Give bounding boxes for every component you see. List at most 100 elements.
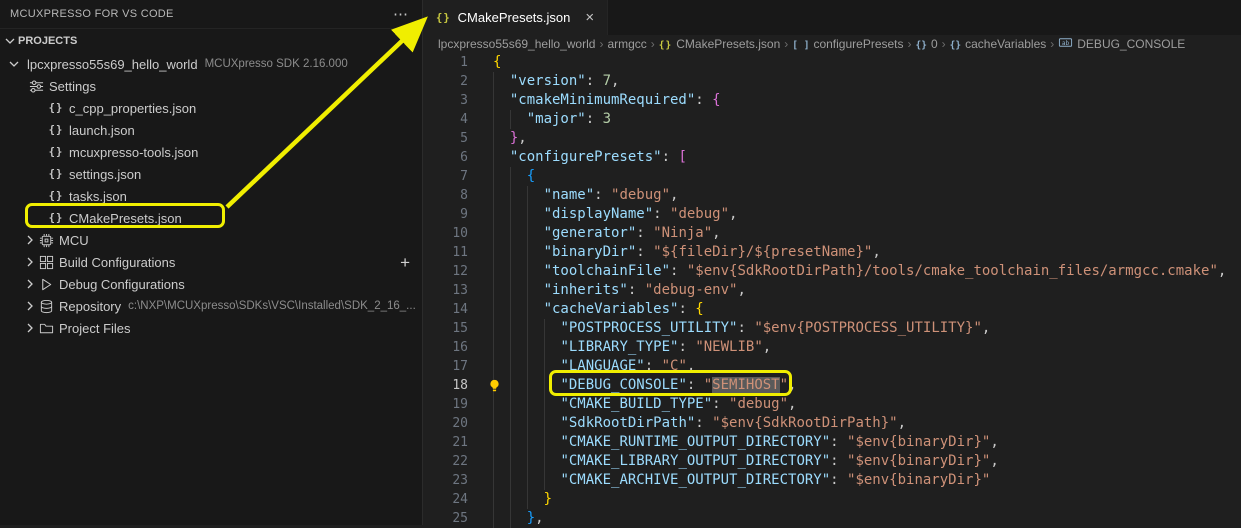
sidebar-item-file-c-cpp-properties-json[interactable]: {}c_cpp_properties.json [0, 97, 422, 119]
folder-icon [38, 320, 54, 336]
more-actions-icon[interactable]: ⋯ [389, 5, 412, 23]
line-text: "CMAKE_RUNTIME_OUTPUT_DIRECTORY": "$env{… [493, 433, 999, 452]
line-text: }, [493, 509, 544, 528]
line-text: "displayName": "debug", [493, 205, 737, 224]
lightbulb-icon[interactable] [488, 379, 501, 398]
line-text: "cacheVariables": { [493, 300, 704, 319]
code-line-21[interactable]: 21 "CMAKE_RUNTIME_OUTPUT_DIRECTORY": "$e… [424, 433, 1241, 452]
line-text: "major": 3 [493, 110, 611, 129]
sidebar-item-file-tasks-json[interactable]: {}tasks.json [0, 185, 422, 207]
line-number: 13 [424, 281, 468, 300]
code-line-15[interactable]: 15 "POSTPROCESS_UTILITY": "$env{POSTPROC… [424, 319, 1241, 338]
code-line-9[interactable]: 9 "displayName": "debug", [424, 205, 1241, 224]
breadcrumb-label: cacheVariables [965, 37, 1046, 51]
symbol-string-icon: ab [1058, 35, 1073, 53]
sidebar-item-file-cmakepresets-json[interactable]: {}CMakePresets.json [0, 207, 422, 229]
line-text: "CMAKE_BUILD_TYPE": "debug", [493, 395, 796, 414]
line-number: 4 [424, 110, 468, 129]
sidebar-item-debug-configurations[interactable]: Debug Configurations [0, 273, 422, 295]
sidebar-item-file-launch-json[interactable]: {}launch.json [0, 119, 422, 141]
line-number: 8 [424, 186, 468, 205]
symbol-object-icon: {} [916, 37, 927, 51]
sidebar-title: MCUXPRESSO FOR VS CODE [10, 8, 174, 20]
breadcrumb-item-cmakepresets-json[interactable]: {}CMakePresets.json [659, 37, 781, 51]
tree-item-label: lpcxpresso55s69_hello_world [27, 57, 198, 72]
code-line-6[interactable]: 6 "configurePresets": [ [424, 148, 1241, 167]
json-braces-icon: {} [48, 188, 64, 204]
tree-item-label: Settings [49, 79, 96, 94]
code-line-24[interactable]: 24 } [424, 490, 1241, 509]
line-number: 9 [424, 205, 468, 224]
line-number: 18 [424, 376, 468, 395]
line-number: 24 [424, 490, 468, 509]
code-line-18[interactable]: 18 "DEBUG_CONSOLE": "SEMIHOST", [424, 376, 1241, 395]
line-number: 2 [424, 72, 468, 91]
sidebar-item-mcu[interactable]: MCU [0, 229, 422, 251]
code-line-10[interactable]: 10 "generator": "Ninja", [424, 224, 1241, 243]
projects-section-header[interactable]: PROJECTS [0, 28, 422, 53]
breadcrumb-separator-icon: › [908, 37, 912, 51]
sidebar-item-project-files[interactable]: Project Files [0, 317, 422, 339]
sidebar-item-file-settings-json[interactable]: {}settings.json [0, 163, 422, 185]
line-number: 11 [424, 243, 468, 262]
code-line-5[interactable]: 5 }, [424, 129, 1241, 148]
line-text: "generator": "Ninja", [493, 224, 721, 243]
json-braces-icon: {} [48, 166, 64, 182]
tree-item-label: Debug Configurations [59, 277, 185, 292]
breadcrumb-separator-icon: › [599, 37, 603, 51]
mcu-chip-icon [38, 232, 54, 248]
line-number: 23 [424, 471, 468, 490]
build-configurations-icon [38, 254, 54, 270]
breadcrumb-item-debug-console[interactable]: ab DEBUG_CONSOLE [1058, 35, 1185, 53]
add-build-configuration-icon[interactable]: + [400, 254, 410, 271]
breadcrumb-separator-icon: › [651, 37, 655, 51]
line-number: 7 [424, 167, 468, 186]
sidebar-item-repository[interactable]: Repositoryc:\NXP\MCUXpresso\SDKs\VSC\Ins… [0, 295, 422, 317]
code-line-12[interactable]: 12 "toolchainFile": "$env{SdkRootDirPath… [424, 262, 1241, 281]
repository-database-icon [38, 298, 54, 314]
tab-cmakepresets-json[interactable]: {} CMakePresets.json × [424, 0, 608, 35]
code-line-11[interactable]: 11 "binaryDir": "${fileDir}/${presetName… [424, 243, 1241, 262]
breadcrumb-item-lpcxpresso55s69-hello-world[interactable]: lpcxpresso55s69_hello_world [438, 37, 595, 51]
sidebar-item-build-configurations[interactable]: Build Configurations + [0, 251, 422, 273]
code-line-22[interactable]: 22 "CMAKE_LIBRARY_OUTPUT_DIRECTORY": "$e… [424, 452, 1241, 471]
json-file-icon: {} [436, 12, 451, 24]
line-number: 10 [424, 224, 468, 243]
close-tab-icon[interactable]: × [582, 9, 597, 26]
line-number: 1 [424, 53, 468, 72]
code-line-19[interactable]: 19 "CMAKE_BUILD_TYPE": "debug", [424, 395, 1241, 414]
breadcrumb-item-cachevariables[interactable]: {}cacheVariables [950, 37, 1047, 51]
tree-item-description: MCUXpresso SDK 2.16.000 [205, 58, 348, 70]
code-line-20[interactable]: 20 "SdkRootDirPath": "$env{SdkRootDirPat… [424, 414, 1241, 433]
breadcrumb-label: DEBUG_CONSOLE [1077, 37, 1185, 51]
mcuxpresso-sidebar: MCUXPRESSO FOR VS CODE ⋯ PROJECTS lpcxpr… [0, 0, 423, 525]
tree-item-label: launch.json [69, 123, 135, 138]
code-line-16[interactable]: 16 "LIBRARY_TYPE": "NEWLIB", [424, 338, 1241, 357]
sidebar-item-file-mcuxpresso-tools-json[interactable]: {}mcuxpresso-tools.json [0, 141, 422, 163]
symbol-array-icon: [ ] [792, 37, 809, 51]
code-line-14[interactable]: 14 "cacheVariables": { [424, 300, 1241, 319]
code-line-25[interactable]: 25 }, [424, 509, 1241, 528]
code-line-17[interactable]: 17 "LANGUAGE": "C", [424, 357, 1241, 376]
code-line-2[interactable]: 2 "version": 7, [424, 72, 1241, 91]
code-line-4[interactable]: 4 "major": 3 [424, 110, 1241, 129]
code-editor[interactable]: 1{2 "version": 7,3 "cmakeMinimumRequired… [424, 53, 1241, 528]
sidebar-item-settings-folder[interactable]: Settings [0, 75, 422, 97]
sidebar-item-project-root[interactable]: lpcxpresso55s69_hello_world MCUXpresso SD… [0, 53, 422, 75]
line-number: 3 [424, 91, 468, 110]
code-line-3[interactable]: 3 "cmakeMinimumRequired": { [424, 91, 1241, 110]
line-number: 14 [424, 300, 468, 319]
breadcrumb-item-configurepresets[interactable]: [ ]configurePresets [792, 37, 903, 51]
svg-text:ab: ab [1062, 40, 1070, 47]
code-line-23[interactable]: 23 "CMAKE_ARCHIVE_OUTPUT_DIRECTORY": "$e… [424, 471, 1241, 490]
code-line-1[interactable]: 1{ [424, 53, 1241, 72]
tree-item-label: Build Configurations [59, 255, 175, 270]
code-line-7[interactable]: 7 { [424, 167, 1241, 186]
debug-play-icon [38, 276, 54, 292]
line-text: "SdkRootDirPath": "$env{SdkRootDirPath}"… [493, 414, 906, 433]
breadcrumb-item-0[interactable]: {}0 [916, 37, 938, 51]
line-number: 25 [424, 509, 468, 528]
code-line-8[interactable]: 8 "name": "debug", [424, 186, 1241, 205]
breadcrumb-item-armgcc[interactable]: armgcc [607, 37, 646, 51]
code-line-13[interactable]: 13 "inherits": "debug-env", [424, 281, 1241, 300]
